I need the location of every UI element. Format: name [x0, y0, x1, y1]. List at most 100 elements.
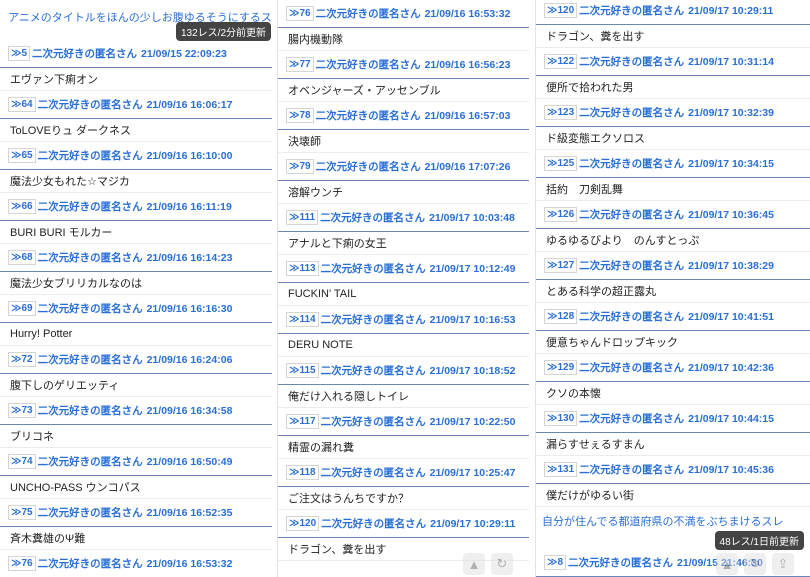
post-list: 76二次元好きの匿名さん21/09/16 16:53:32腸内機動隊77二次元好… [278, 0, 529, 561]
post-number-link[interactable]: 117 [286, 414, 319, 429]
post-number-link[interactable]: 120 [544, 3, 578, 18]
post-header: 128二次元好きの匿名さん21/09/17 10:41:51 [536, 303, 810, 331]
poster-name: 二次元好きの匿名さん [37, 354, 143, 366]
post: 113二次元好きの匿名さん21/09/17 10:12:49FUCKIN' TA… [278, 255, 529, 306]
post-header: 76二次元好きの匿名さん21/09/16 16:53:32 [278, 0, 529, 28]
post: 115二次元好きの匿名さん21/09/17 10:18:52俺だけ入れる隠しトイ… [278, 357, 529, 408]
post: 73二次元好きの匿名さん21/09/16 16:34:58ブリコネ [0, 397, 272, 448]
post: 131二次元好きの匿名さん21/09/17 10:45:36僕だけがゆるい街 [536, 456, 810, 507]
poster-name: 二次元好きの匿名さん [315, 59, 421, 71]
post-header: 69二次元好きの匿名さん21/09/16 16:16:30 [0, 295, 272, 323]
post-body: 決壊師 [278, 130, 529, 153]
post-header: 130二次元好きの匿名さん21/09/17 10:44:15 [536, 405, 810, 433]
poster-name: 二次元好きの匿名さん [579, 56, 685, 68]
scroll-up-icon[interactable]: ▲ [716, 553, 738, 575]
post-number-link[interactable]: 72 [8, 352, 36, 367]
share-icon[interactable]: ⇪ [772, 553, 794, 575]
post-number-link[interactable]: 122 [544, 54, 578, 69]
post-number-link[interactable]: 129 [544, 360, 578, 375]
post-number-link[interactable]: 75 [8, 505, 36, 520]
poster-name: 二次元好きの匿名さん [579, 209, 685, 221]
post: 129二次元好きの匿名さん21/09/17 10:42:36クソの本懐 [536, 354, 810, 405]
post-date: 21/09/16 17:07:26 [424, 160, 511, 173]
post-number-link[interactable]: 79 [286, 159, 314, 174]
post-number-link[interactable]: 78 [286, 108, 314, 123]
post-number-link[interactable]: 69 [8, 301, 36, 316]
post: 77二次元好きの匿名さん21/09/16 16:56:23オベンジャーズ・アッセ… [278, 51, 529, 102]
post-date: 21/09/17 10:03:48 [429, 211, 515, 224]
post-date: 21/09/17 10:22:50 [429, 415, 516, 428]
post: 75二次元好きの匿名さん21/09/16 16:52:35斉木糞雄のΨ難 [0, 499, 272, 550]
post-body: BURI BURI モルカー [0, 221, 272, 244]
poster-name: 二次元好きの匿名さん [37, 405, 143, 417]
post-number-link[interactable]: 125 [544, 156, 578, 171]
post-date: 21/09/16 16:56:23 [424, 58, 511, 71]
post-number-link[interactable]: 8 [544, 555, 567, 570]
post-number-link[interactable]: 113 [286, 261, 319, 276]
post-body: DERU NOTE [278, 334, 529, 357]
post-date: 21/09/17 10:29:11 [430, 517, 516, 530]
post-number-link[interactable]: 127 [544, 258, 578, 273]
post-number-link[interactable]: 114 [286, 312, 319, 327]
post-number-link[interactable]: 77 [286, 57, 314, 72]
post-number-link[interactable]: 111 [286, 210, 319, 225]
post-number-link[interactable]: 68 [8, 250, 36, 265]
post-date: 21/09/17 10:31:14 [688, 55, 774, 68]
poster-name: 二次元好きの匿名さん [37, 303, 143, 315]
post-header: 64二次元好きの匿名さん21/09/16 16:06:17 [0, 91, 272, 119]
post-number-link[interactable]: 65 [8, 148, 36, 163]
post-body: 魔法少女もれた☆マジカ [0, 170, 272, 193]
poster-name: 二次元好きの匿名さん [37, 150, 143, 162]
post: 114二次元好きの匿名さん21/09/17 10:16:53DERU NOTE [278, 306, 529, 357]
post: 79二次元好きの匿名さん21/09/16 17:07:26溶解ウンチ [278, 153, 529, 204]
post-body: ToLOVEりュ ダークネス [0, 119, 272, 142]
post-body: 斉木糞雄のΨ難 [0, 527, 272, 550]
post-header: 78二次元好きの匿名さん21/09/16 16:57:03 [278, 102, 529, 130]
post: 127二次元好きの匿名さん21/09/17 10:38:29とある科学の超正露丸 [536, 252, 810, 303]
post: 64二次元好きの匿名さん21/09/16 16:06:17ToLOVEりュ ダー… [0, 91, 272, 142]
post-header: 126二次元好きの匿名さん21/09/17 10:36:45 [536, 201, 810, 229]
post-header: 129二次元好きの匿名さん21/09/17 10:42:36 [536, 354, 810, 382]
post-date: 21/09/16 16:34:58 [146, 404, 233, 417]
post-header: 79二次元好きの匿名さん21/09/16 17:07:26 [278, 153, 529, 181]
post-number-link[interactable]: 74 [8, 454, 36, 469]
poster-name: 二次元好きの匿名さん [320, 263, 426, 275]
post-number-link[interactable]: 118 [286, 465, 319, 480]
post-number-link[interactable]: 76 [286, 6, 314, 21]
poster-name: 二次元好きの匿名さん [320, 365, 426, 377]
post-body: 俺だけ入れる隠しトイレ [278, 385, 529, 408]
post: 122二次元好きの匿名さん21/09/17 10:31:14便所で拾われた男 [536, 48, 810, 99]
post-number-link[interactable]: 73 [8, 403, 36, 418]
post-number-link[interactable]: 76 [8, 556, 36, 571]
post-number-link[interactable]: 5 [8, 46, 31, 61]
post-body: クソの本懐 [536, 382, 810, 405]
post-number-link[interactable]: 120 [286, 516, 320, 531]
post-body: 括約 刀剣乱舞 [536, 178, 810, 201]
post-number-link[interactable]: 131 [544, 462, 578, 477]
post-number-link[interactable]: 128 [544, 309, 578, 324]
post-number-link[interactable]: 66 [8, 199, 36, 214]
poster-name: 二次元好きの匿名さん [568, 557, 674, 569]
thread-column-2: 76二次元好きの匿名さん21/09/16 16:53:32腸内機動隊77二次元好… [277, 0, 529, 577]
scroll-up-icon[interactable]: ▲ [463, 553, 485, 575]
thread-title-link[interactable]: アニメのタイトルをほんの少しお腹ゆるそうにするスレ [0, 0, 272, 24]
reload-icon[interactable]: ↻ [491, 553, 513, 575]
reload-icon[interactable]: ↻ [744, 553, 766, 575]
post-body: 魔法少女ブリリカルなのは [0, 272, 272, 295]
next-thread-title-link[interactable]: 自分が住んでる都道府県の不満をぶちまけるスレ [536, 507, 810, 531]
post: 130二次元好きの匿名さん21/09/17 10:44:15漏らすせぇるすまん [536, 405, 810, 456]
post-body: ご注文はうんちですか？ [278, 487, 529, 510]
post-number-link[interactable]: 126 [544, 207, 578, 222]
post-header: 5二次元好きの匿名さん21/09/15 22:09:23 [0, 40, 272, 68]
post-header: 125二次元好きの匿名さん21/09/17 10:34:15 [536, 150, 810, 178]
poster-name: 二次元好きの匿名さん [579, 107, 685, 119]
post-number-link[interactable]: 123 [544, 105, 578, 120]
post-header: 68二次元好きの匿名さん21/09/16 16:14:23 [0, 244, 272, 272]
post-number-link[interactable]: 130 [544, 411, 578, 426]
post-number-link[interactable]: 64 [8, 97, 36, 112]
post-number-link[interactable]: 115 [286, 363, 319, 378]
post-header: 74二次元好きの匿名さん21/09/16 16:50:49 [0, 448, 272, 476]
post-body: アナルと下痢の女王 [278, 232, 529, 255]
post-date: 21/09/16 16:53:32 [424, 7, 511, 20]
post-header: 113二次元好きの匿名さん21/09/17 10:12:49 [278, 255, 529, 283]
